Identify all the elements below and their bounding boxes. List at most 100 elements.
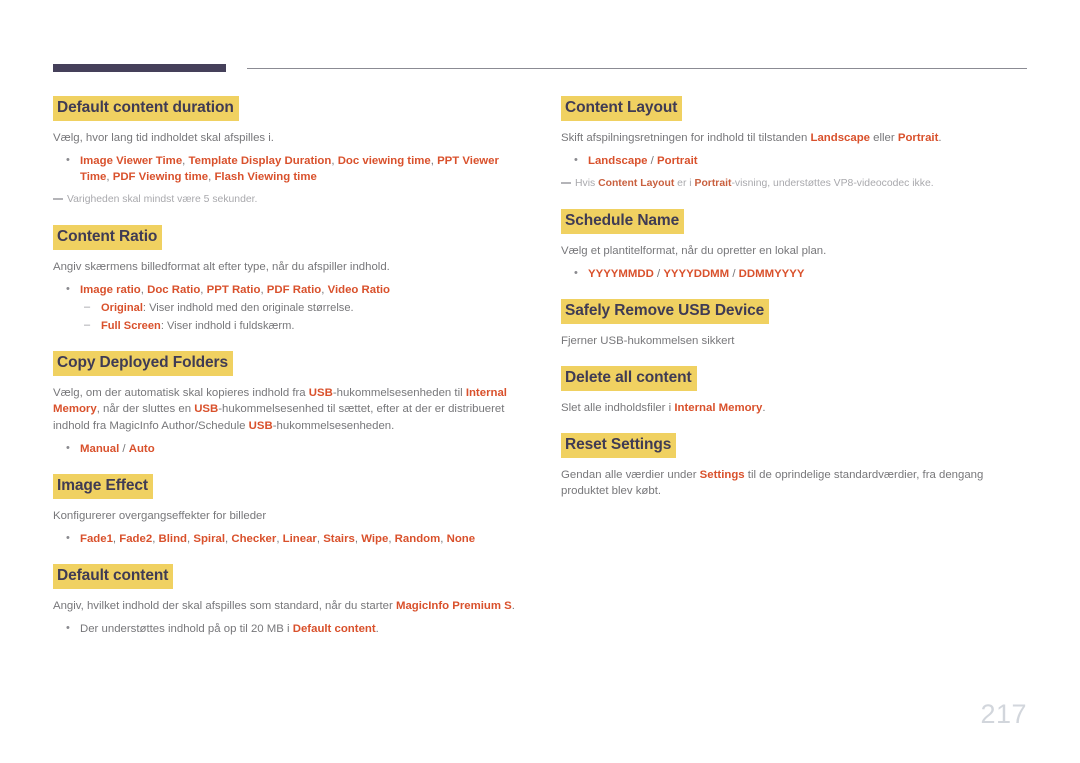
option-token: Flash Viewing time (214, 171, 317, 184)
option-token: Landscape (588, 155, 648, 168)
section-image-effect: Image Effect Konfigurerer overgangseffek… (53, 473, 523, 547)
emphasis-term: Landscape (810, 131, 870, 144)
option-token: Checker (231, 532, 277, 545)
section-heading: Delete all content (561, 365, 697, 391)
list-item: Landscape / Portrait (561, 152, 1031, 169)
sub-option-desc: : Viser indhold med den originale større… (142, 302, 354, 315)
section-heading: Image Effect (53, 473, 153, 499)
section-heading: Default content (53, 564, 174, 589)
emphasis-term: Internal Memory (674, 401, 763, 414)
option-list: Manual / Auto (53, 440, 523, 457)
option-token: PPT Ratio (206, 283, 261, 296)
list-item-text: . (375, 623, 379, 636)
paragraph-text: eller (870, 131, 898, 144)
note-part: -visning, understøttes VP8-videocodec ik… (731, 178, 934, 190)
option-token: Fade1 (80, 532, 113, 545)
document-page: Default content duration Vælg, hvor lang… (0, 0, 1080, 763)
option-token: Fade2 (119, 532, 153, 545)
header-rule (53, 64, 1027, 74)
note-text: Hvis Content Layout er i Portrait-visnin… (561, 177, 1031, 192)
section-heading: Safely Remove USB Device (561, 298, 770, 324)
list-item: YYYYMMDD / YYYYDDMM / DDMMYYYY (561, 265, 1031, 282)
section-paragraph: Vælg, om der automatisk skal kopieres in… (53, 385, 523, 434)
option-list: YYYYMMDD / YYYYDDMM / DDMMYYYY (561, 265, 1031, 282)
option-token: YYYYMMDD (588, 267, 654, 280)
section-heading: Default content duration (53, 96, 239, 121)
option-token: Video Ratio (327, 283, 391, 296)
note-part: er i (674, 178, 695, 190)
section-paragraph: Slet alle indholdsfiler i Internal Memor… (561, 400, 1031, 416)
emphasis-term: Portrait (897, 131, 939, 144)
note-part: Hvis (575, 178, 599, 190)
option-token: Portrait (657, 155, 698, 168)
option-token: Spiral (193, 532, 226, 545)
option-list: Fade1, Fade2, Blind, Spiral, Checker, Li… (53, 530, 523, 547)
list-item-text: Der understøttes indhold på op til 20 MB… (80, 623, 293, 636)
paragraph-text: Vælg, om der automatisk skal kopieres in… (53, 387, 309, 400)
paragraph-text: Skift afspilningsretningen for indhold t… (561, 131, 811, 144)
option-token: PDF Ratio (266, 283, 322, 296)
section-content-layout: Content Layout Skift afspilningsretninge… (561, 96, 1031, 192)
option-list: Image Viewer Time, Template Display Dura… (53, 152, 523, 185)
paragraph-text: -hukommelsesenheden til (332, 387, 466, 400)
section-default-content-duration: Default content duration Vælg, hvor lang… (53, 96, 523, 208)
section-paragraph: Skift afspilningsretningen for indhold t… (561, 130, 1031, 146)
emphasis-term: Settings (699, 468, 745, 481)
emphasis-term: Portrait (694, 178, 732, 190)
page-number: 217 (980, 699, 1027, 729)
option-token: Random (394, 532, 441, 545)
section-paragraph: Vælg, hvor lang tid indholdet skal afspi… (53, 131, 274, 144)
option-token: Doc Ratio (147, 283, 201, 296)
section-copy-deployed-folders: Copy Deployed Folders Vælg, om der autom… (53, 351, 523, 457)
section-heading: Content Ratio (53, 224, 163, 250)
separator: / (647, 155, 658, 168)
option-list: Landscape / Portrait (561, 152, 1031, 169)
emphasis-term: USB (308, 387, 333, 400)
paragraph-text: . (511, 599, 515, 612)
paragraph-text: . (938, 131, 942, 144)
note-text: Varigheden skal mindst være 5 sekunder. (53, 193, 523, 208)
section-default-content: Default content Angiv, hvilket indhold d… (53, 564, 523, 637)
option-token: Doc viewing time (337, 155, 431, 168)
list-item: Der understøttes indhold på op til 20 MB… (53, 620, 523, 637)
option-token: Stairs (323, 532, 355, 545)
section-paragraph: Fjerner USB-hukommelsen sikkert (561, 334, 735, 347)
paragraph-text: . (762, 401, 766, 414)
section-content-ratio: Content Ratio Angiv skærmens billedforma… (53, 224, 523, 334)
separator: / (729, 267, 739, 280)
option-token: Blind (158, 532, 188, 545)
paragraph-text: Angiv, hvilket indhold der skal afspille… (53, 599, 396, 612)
option-token: Linear (282, 532, 317, 545)
section-delete-all-content: Delete all content Slet alle indholdsfil… (561, 365, 1031, 416)
paragraph-text: Gendan alle værdier under (561, 468, 700, 481)
right-column: Content Layout Skift afspilningsretninge… (561, 96, 1031, 499)
section-heading: Content Layout (561, 96, 683, 121)
list-item: Image Viewer Time, Template Display Dura… (53, 152, 523, 185)
paragraph-text: Slet alle indholdsfiler i (561, 401, 675, 414)
sub-option-term: Full Screen (101, 320, 161, 333)
section-paragraph: Konfigurerer overgangseffekter for bille… (53, 509, 267, 522)
emphasis-term: Default content (292, 623, 376, 636)
emphasis-term: USB (194, 403, 219, 416)
list-item: Image ratio, Doc Ratio, PPT Ratio, PDF R… (53, 281, 523, 334)
section-heading: Schedule Name (561, 208, 685, 234)
section-safely-remove-usb-device: Safely Remove USB Device Fjerner USB-huk… (561, 298, 1031, 349)
emphasis-term: Content Layout (598, 178, 675, 190)
section-paragraph: Angiv skærmens billedformat alt efter ty… (53, 260, 390, 273)
section-reset-settings: Reset Settings Gendan alle værdier under… (561, 433, 1031, 499)
separator: / (119, 442, 129, 455)
header-rule-thick-bar (53, 64, 226, 72)
emphasis-term: USB (248, 419, 273, 432)
sub-option-list: Original: Viser indhold med den original… (80, 300, 523, 334)
section-heading: Reset Settings (561, 433, 677, 458)
option-list: Image ratio, Doc Ratio, PPT Ratio, PDF R… (53, 281, 523, 334)
left-column: Default content duration Vælg, hvor lang… (53, 96, 523, 637)
option-token: Wipe (361, 532, 389, 545)
option-list: Der understøttes indhold på op til 20 MB… (53, 620, 523, 637)
emphasis-term: MagicInfo Premium S (395, 599, 512, 612)
option-token: Manual (80, 442, 120, 455)
option-token: Auto (128, 442, 155, 455)
sub-option-desc: : Viser indhold i fuldskærm. (160, 320, 295, 333)
section-heading: Copy Deployed Folders (53, 351, 234, 377)
sub-option-term: Original (101, 302, 143, 315)
